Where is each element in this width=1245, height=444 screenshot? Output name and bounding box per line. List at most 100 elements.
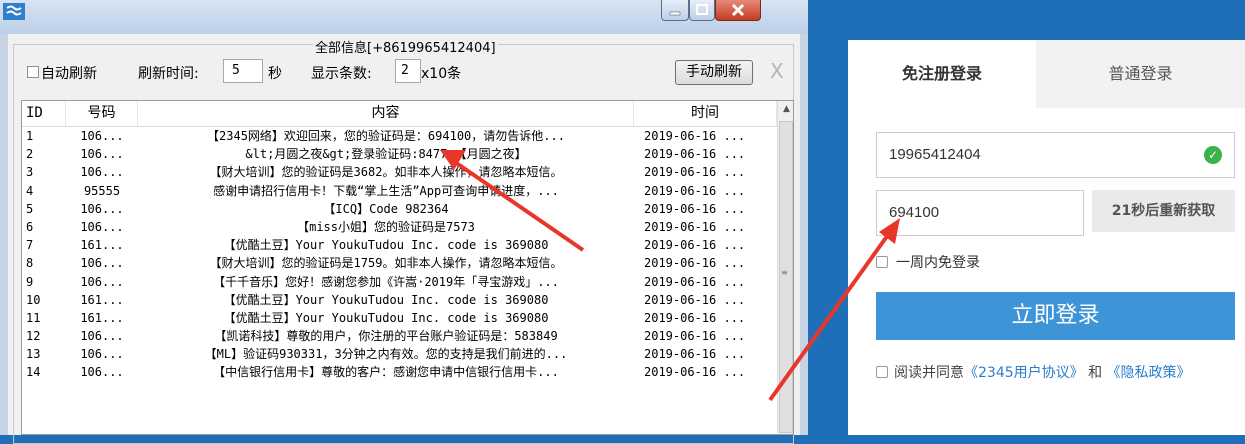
- agreement-text: 阅读并同意《2345用户协议》 和 《隐私政策》: [876, 358, 1216, 388]
- cell-content: 【ML】验证码930331，3分钟之内有效。您的支持是我们前进的...: [204, 347, 568, 362]
- cell-id: 1: [26, 129, 34, 143]
- cell-content: 【财大培训】您的验证码是1759。如非本人操作，请忽略本短信。: [209, 256, 563, 271]
- refresh-time-input[interactable]: 5: [223, 59, 263, 83]
- cell-content: 【优酷土豆】Your YoukuTudou Inc. code is 36908…: [223, 238, 549, 253]
- scroll-thumb[interactable]: [779, 121, 793, 433]
- cell-number: 161...: [80, 310, 124, 325]
- cell-time: 2019-06-16 ...: [644, 310, 746, 325]
- agree-mid: 和: [1088, 365, 1103, 381]
- cell-number: 161...: [80, 238, 124, 253]
- seconds-unit: 秒: [268, 66, 282, 82]
- keep-login-label: 一周内免登录: [896, 255, 980, 271]
- display-count-input[interactable]: 2: [395, 59, 421, 83]
- cell-number: 106...: [80, 165, 124, 180]
- cell-id: 7: [26, 238, 34, 253]
- cell-content: 感谢申请招行信用卡！下载“掌上生活”App可查询申请进度，...: [213, 183, 559, 198]
- refresh-time-label: 刷新时间:: [138, 66, 199, 82]
- close-window-button[interactable]: [715, 0, 761, 21]
- cell-time: 2019-06-16 ...: [644, 256, 746, 271]
- cell-id: 6: [26, 219, 34, 234]
- cell-content: 【优酷土豆】Your YoukuTudou Inc. code is 36908…: [223, 310, 549, 325]
- phone-field[interactable]: 19965412404 ✓: [876, 132, 1235, 178]
- cell-time: 2019-06-16 ...: [644, 347, 746, 362]
- header-id[interactable]: ID: [22, 101, 66, 126]
- cell-id: 5: [26, 201, 34, 216]
- cell-time: 2019-06-16 ...: [644, 183, 746, 198]
- privacy-policy-link[interactable]: 《隐私政策》: [1107, 365, 1191, 381]
- toolbar: 自动刷新 刷新时间: 5 秒 显示条数: 2 x10条 手动刷新 X: [8, 34, 800, 94]
- cell-id: 11: [26, 310, 41, 325]
- table-row[interactable]: 14 106... 【中信银行信用卡】尊敬的客户：感谢您申请中信银行信用卡... 20…: [22, 363, 777, 381]
- scroll-up-icon[interactable]: ▲: [778, 101, 793, 118]
- table-row[interactable]: 7 161... 【优酷土豆】Your YoukuTudou Inc. code i…: [22, 236, 777, 254]
- cell-content: 【2345网络】欢迎回来，您的验证码是：694100，请勿告诉他...: [207, 129, 565, 143]
- cell-content: 【财大培训】您的验证码是3682。如非本人操作，请忽略本短信。: [209, 165, 563, 180]
- cell-time: 2019-06-16 ...: [644, 274, 746, 289]
- agree-checkbox[interactable]: [876, 366, 888, 378]
- table-row[interactable]: 2 106... &lt;月圆之夜&gt;登录验证码:8477 【月圆之夜】 2019…: [22, 145, 777, 163]
- agree-prefix: 阅读并同意: [894, 365, 964, 381]
- table-header: ID 号码 内容 时间: [22, 101, 777, 127]
- phone-value: 19965412404: [889, 146, 981, 163]
- tab-normal-login[interactable]: 普通登录: [1036, 40, 1245, 108]
- sms-code-field[interactable]: 694100: [876, 190, 1084, 236]
- cell-number: 106...: [80, 347, 124, 362]
- cell-number: 106...: [80, 256, 124, 271]
- title-bar[interactable]: [0, 0, 808, 34]
- table-row[interactable]: 4 95555 感谢申请招行信用卡！下载“掌上生活”App可查询申请进度，... 20…: [22, 182, 777, 200]
- table-row[interactable]: 9 106... 【千千音乐】您好！感谢您参加《许嵩·2019年「寻宝游戏」... 2…: [22, 273, 777, 291]
- table-row[interactable]: 5 106... 【ICQ】Code 982364 2019-06-16 ...: [22, 200, 777, 218]
- cell-number: 106...: [80, 147, 124, 162]
- cell-time: 2019-06-16 ...: [644, 365, 746, 380]
- cell-content: 【千千音乐】您好！感谢您参加《许嵩·2019年「寻宝游戏」...: [213, 274, 559, 289]
- cell-content: 【优酷土豆】Your YoukuTudou Inc. code is 36908…: [223, 292, 549, 307]
- header-number[interactable]: 号码: [66, 101, 138, 126]
- table-row[interactable]: 10 161... 【优酷土豆】Your YoukuTudou Inc. code …: [22, 291, 777, 309]
- cell-id: 14: [26, 365, 41, 380]
- app-icon: [3, 3, 25, 20]
- table-row[interactable]: 12 106... 【凯诺科技】尊敬的用户，你注册的平台账户验证码是：583849 2…: [22, 327, 777, 345]
- minimize-icon: [669, 11, 681, 16]
- table-row[interactable]: 1 106... 【2345网络】欢迎回来，您的验证码是：694100，请勿告诉他.…: [22, 127, 777, 145]
- table-row[interactable]: 8 106... 【财大培训】您的验证码是1759。如非本人操作，请忽略本短信。 20…: [22, 254, 777, 272]
- header-time[interactable]: 时间: [634, 101, 777, 126]
- table-row[interactable]: 11 161... 【优酷土豆】Your YoukuTudou Inc. code …: [22, 309, 777, 327]
- cell-number: 106...: [80, 365, 124, 380]
- check-icon: ✓: [1204, 146, 1222, 164]
- cell-number: 106...: [80, 129, 124, 143]
- cell-id: 8: [26, 256, 34, 271]
- table-row[interactable]: 6 106... 【miss小姐】您的验证码是7573 2019-06-16 ...: [22, 218, 777, 236]
- cell-id: 9: [26, 274, 34, 289]
- grip-icon: ≡: [781, 268, 788, 277]
- display-count-label: 显示条数:: [311, 66, 372, 82]
- cell-number: 95555: [83, 183, 121, 198]
- keep-login-checkbox[interactable]: [876, 256, 888, 268]
- cell-number: 106...: [80, 219, 124, 234]
- header-content[interactable]: 内容: [138, 101, 634, 126]
- cell-content: 【凯诺科技】尊敬的用户，你注册的平台账户验证码是：583849: [214, 329, 558, 344]
- login-button[interactable]: 立即登录: [876, 292, 1235, 340]
- messages-table: ID 号码 内容 时间 1 106... 【2345网络】欢迎回来，您的验证码是：6…: [21, 100, 794, 435]
- cell-id: 2: [26, 147, 34, 162]
- cell-time: 2019-06-16 ...: [644, 201, 746, 216]
- manual-refresh-button[interactable]: 手动刷新: [675, 60, 753, 85]
- maximize-button[interactable]: [689, 0, 715, 21]
- table-body: 1 106... 【2345网络】欢迎回来，您的验证码是：694100，请勿告诉他.…: [22, 127, 777, 382]
- table-row[interactable]: 13 106... 【ML】验证码930331，3分钟之内有效。您的支持是我们前进的…: [22, 345, 777, 363]
- resend-code-button[interactable]: 21秒后重新获取: [1092, 190, 1235, 232]
- clear-icon[interactable]: X: [770, 59, 784, 83]
- user-agreement-link[interactable]: 《2345用户协议》: [964, 365, 1084, 381]
- display-count-unit: x10条: [421, 66, 462, 82]
- tab-free-login[interactable]: 免注册登录: [848, 40, 1036, 108]
- login-panel: 免注册登录 普通登录 19965412404 ✓ 694100 21秒后重新获取…: [848, 40, 1245, 435]
- cell-time: 2019-06-16 ...: [644, 165, 746, 180]
- auto-refresh-checkbox[interactable]: [27, 66, 39, 78]
- table-row[interactable]: 3 106... 【财大培训】您的验证码是3682。如非本人操作，请忽略本短信。 20…: [22, 163, 777, 181]
- auto-refresh-label: 自动刷新: [41, 66, 97, 82]
- cell-id: 4: [26, 183, 34, 198]
- minimize-button[interactable]: [661, 0, 689, 21]
- cell-id: 3: [26, 165, 34, 180]
- sms-window: 全部信息[+8619965412404] 自动刷新 刷新时间: 5 秒 显示条数…: [0, 0, 808, 444]
- cell-id: 12: [26, 329, 41, 344]
- vertical-scrollbar[interactable]: ▲ ≡: [777, 101, 793, 434]
